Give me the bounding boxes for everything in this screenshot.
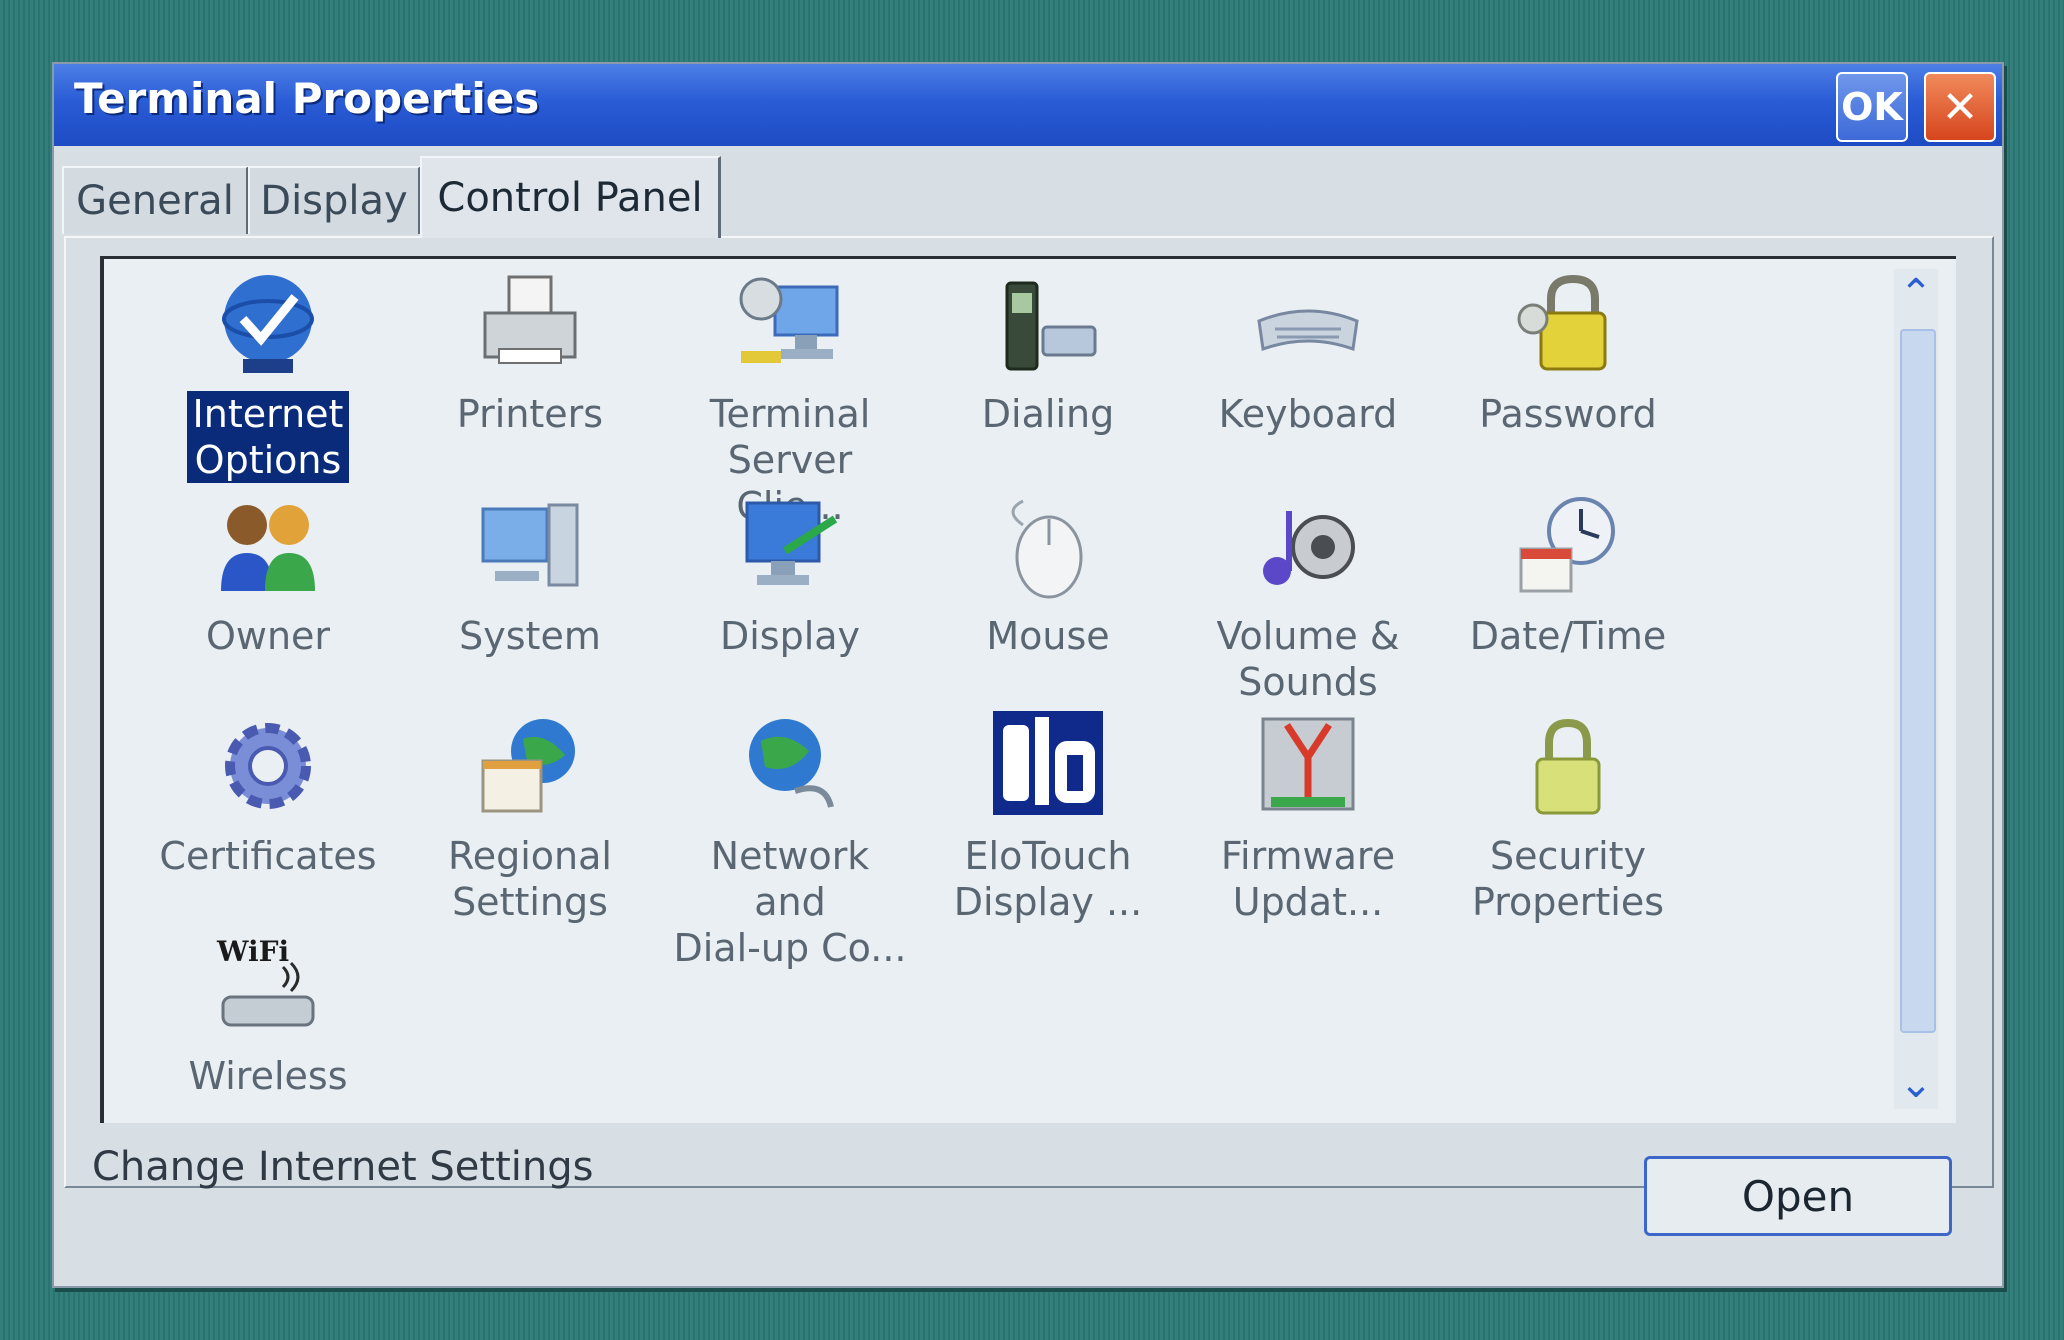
firmware-icon	[1253, 711, 1363, 821]
wifi-icon: WiFi	[213, 931, 323, 1041]
close-button[interactable]: ✕	[1924, 72, 1996, 142]
tab-display[interactable]: Display	[248, 166, 421, 234]
globe-icon	[475, 711, 585, 821]
keyboard-icon	[1253, 269, 1363, 379]
item-label: Owner	[205, 614, 331, 658]
item-terminal-server-client[interactable]: Terminal Server Clie...	[670, 269, 910, 529]
tab-general[interactable]: General	[62, 166, 249, 234]
item-label: Printers	[456, 392, 604, 436]
item-mouse[interactable]: Mouse	[928, 491, 1168, 659]
terminal-server-icon	[735, 269, 845, 379]
gear-icon	[213, 711, 323, 821]
item-network-dialup[interactable]: Network and Dial-up Co...	[670, 711, 910, 971]
scroll-down-arrow[interactable]: ⌄	[1894, 1059, 1938, 1109]
item-label: Dialing	[981, 392, 1115, 436]
control-panel-page: Internet Options Printers Terminal Serve…	[64, 236, 1994, 1188]
item-label: Security Properties	[1471, 834, 1665, 924]
item-label: Firmware Updat...	[1220, 834, 1396, 924]
users-icon	[213, 491, 323, 601]
phone-icon	[993, 269, 1103, 379]
item-printers[interactable]: Printers	[410, 269, 650, 437]
control-panel-list[interactable]: Internet Options Printers Terminal Serve…	[100, 256, 1956, 1123]
display-icon	[735, 491, 845, 601]
item-label: Network and Dial-up Co...	[673, 834, 907, 970]
item-volume-sounds[interactable]: Volume & Sounds	[1188, 491, 1428, 705]
item-elotouch-display[interactable]: EloTouch Display ...	[928, 711, 1168, 925]
item-label: Display	[719, 614, 861, 658]
item-label: Keyboard	[1218, 392, 1398, 436]
globe-check-icon	[213, 269, 323, 379]
item-keyboard[interactable]: Keyboard	[1188, 269, 1428, 437]
security-lock-icon	[1513, 711, 1623, 821]
item-internet-options[interactable]: Internet Options	[148, 269, 388, 483]
computer-icon	[475, 491, 585, 601]
item-label: Regional Settings	[448, 834, 612, 924]
item-display[interactable]: Display	[670, 491, 910, 659]
svg-text:WiFi: WiFi	[216, 935, 289, 968]
tab-strip: General Display Control Panel	[62, 156, 1994, 238]
item-label: Password	[1479, 392, 1657, 436]
terminal-properties-window: Terminal Properties OK ✕ General Display…	[52, 62, 2004, 1288]
scroll-thumb[interactable]	[1900, 329, 1936, 1033]
mouse-icon	[993, 491, 1103, 601]
item-label: System	[459, 614, 601, 658]
title-bar[interactable]: Terminal Properties OK ✕	[54, 64, 2002, 146]
item-label: Mouse	[986, 614, 1110, 658]
open-button[interactable]: Open	[1644, 1156, 1952, 1236]
elo-logo-icon	[993, 711, 1103, 821]
item-dialing[interactable]: Dialing	[928, 269, 1168, 437]
item-regional-settings[interactable]: Regional Settings	[410, 711, 650, 925]
item-label: Certificates	[159, 834, 377, 878]
item-security-properties[interactable]: Security Properties	[1448, 711, 1688, 925]
item-label: Volume & Sounds	[1216, 614, 1400, 704]
item-label: Date/Time	[1469, 614, 1667, 658]
item-wireless[interactable]: WiFi Wireless	[148, 931, 388, 1099]
item-password[interactable]: Password	[1448, 269, 1688, 437]
lock-icon	[1513, 269, 1623, 379]
tab-control-panel[interactable]: Control Panel	[420, 156, 721, 238]
item-description: Change Internet Settings	[92, 1144, 594, 1190]
item-label: EloTouch Display ...	[953, 834, 1143, 924]
window-title: Terminal Properties	[74, 74, 540, 123]
item-date-time[interactable]: Date/Time	[1448, 491, 1688, 659]
item-label: Wireless	[188, 1054, 348, 1098]
item-system[interactable]: System	[410, 491, 650, 659]
item-label: Internet Options	[186, 391, 350, 483]
printer-icon	[475, 269, 585, 379]
speaker-icon	[1253, 491, 1363, 601]
scroll-up-arrow[interactable]: ⌃	[1894, 269, 1938, 319]
item-firmware-update[interactable]: Firmware Updat...	[1188, 711, 1428, 925]
clock-icon	[1513, 491, 1623, 601]
network-icon	[735, 711, 845, 821]
item-owner[interactable]: Owner	[148, 491, 388, 659]
item-certificates[interactable]: Certificates	[148, 711, 388, 879]
vertical-scrollbar[interactable]: ⌃ ⌄	[1894, 269, 1938, 1109]
ok-button[interactable]: OK	[1836, 72, 1908, 142]
